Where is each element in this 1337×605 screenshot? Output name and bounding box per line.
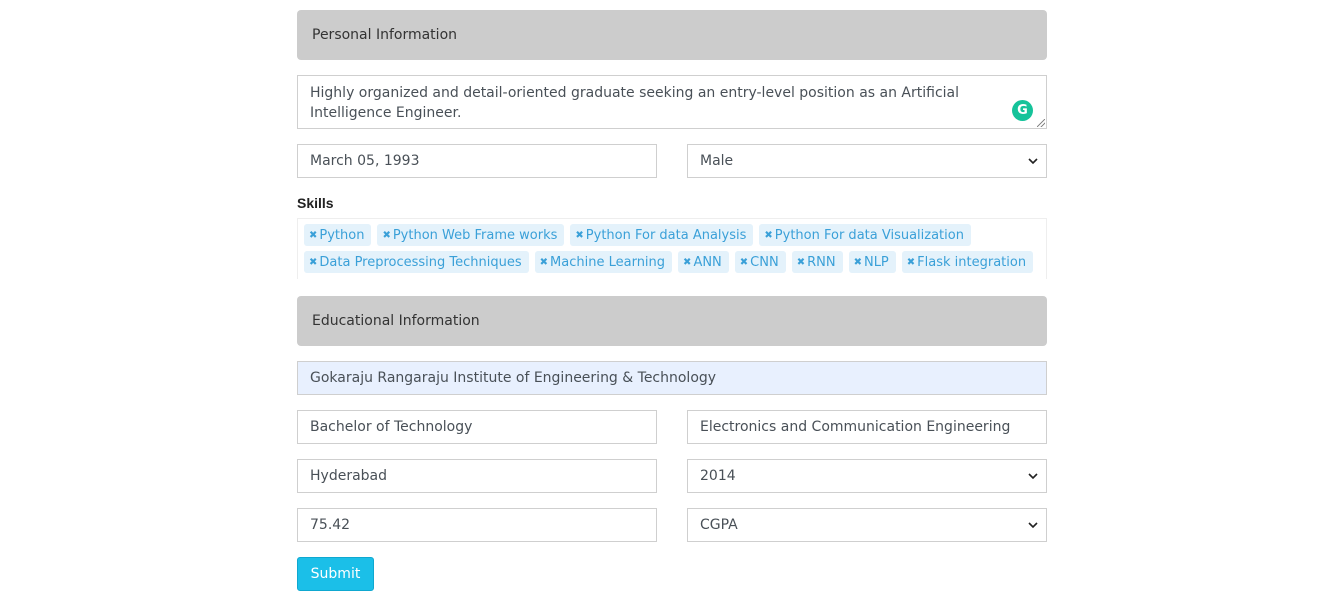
educational-info-header: Educational Information bbox=[297, 296, 1047, 346]
close-icon[interactable]: ✖ bbox=[309, 257, 317, 268]
close-icon[interactable]: ✖ bbox=[683, 257, 691, 268]
dob-value: March 05, 1993 bbox=[310, 153, 420, 169]
skill-tag-label: Python For data Analysis bbox=[585, 227, 747, 243]
skill-tag-label: Python For data Visualization bbox=[774, 227, 964, 243]
score-type-value: CGPA bbox=[700, 517, 738, 533]
degree-field[interactable]: Bachelor of Technology bbox=[297, 410, 657, 444]
score-value: 75.42 bbox=[310, 517, 351, 533]
close-icon[interactable]: ✖ bbox=[764, 230, 772, 241]
close-icon[interactable]: ✖ bbox=[907, 257, 915, 268]
skill-tag: ✖ Python bbox=[304, 224, 372, 246]
submit-button[interactable]: Submit bbox=[297, 557, 374, 591]
skill-tag: ✖ Data Preprocessing Techniques bbox=[304, 251, 529, 273]
branch-value: Electronics and Communication Engineerin… bbox=[700, 419, 1011, 435]
dob-field[interactable]: March 05, 1993 bbox=[297, 144, 657, 178]
institute-field[interactable]: Gokaraju Rangaraju Institute of Engineer… bbox=[297, 361, 1047, 395]
dob-gender-row: March 05, 1993 Male bbox=[297, 144, 1047, 178]
close-icon[interactable]: ✖ bbox=[740, 257, 748, 268]
summary-textarea[interactable]: Highly organized and detail-oriented gra… bbox=[297, 75, 1047, 129]
skill-tag-label: Flask integration bbox=[917, 254, 1027, 270]
close-icon[interactable]: ✖ bbox=[382, 230, 390, 241]
year-select[interactable]: 2014 bbox=[687, 459, 1047, 493]
skill-tag-label: Python Web Frame works bbox=[392, 227, 558, 243]
skill-tag-label: Python bbox=[319, 227, 365, 243]
skill-tag-label: RNN bbox=[807, 254, 836, 270]
close-icon[interactable]: ✖ bbox=[575, 230, 583, 241]
personal-info-header: Personal Information bbox=[297, 10, 1047, 60]
skill-tag: ✖ NLP bbox=[848, 251, 896, 273]
score-type-select[interactable]: CGPA bbox=[687, 508, 1047, 542]
score-field[interactable]: 75.42 bbox=[297, 508, 657, 542]
close-icon[interactable]: ✖ bbox=[540, 257, 548, 268]
skill-tag: ✖ ANN bbox=[678, 251, 729, 273]
close-icon[interactable]: ✖ bbox=[797, 257, 805, 268]
summary-text: Highly organized and detail-oriented gra… bbox=[310, 85, 960, 121]
gender-select[interactable]: Male bbox=[687, 144, 1047, 178]
profile-form: Personal Information Highly organized an… bbox=[297, 10, 1047, 591]
skill-tag: ✖ CNN bbox=[734, 251, 786, 273]
chevron-down-icon bbox=[1028, 522, 1038, 529]
skill-tag: ✖ Python For data Visualization bbox=[759, 224, 971, 246]
close-icon[interactable]: ✖ bbox=[854, 257, 862, 268]
skills-tag-input[interactable]: ✖ Python ✖ Python Web Frame works ✖ Python Fo… bbox=[297, 218, 1047, 279]
degree-value: Bachelor of Technology bbox=[310, 419, 473, 435]
skills-label: Skills bbox=[297, 195, 334, 211]
skill-tag-label: ANN bbox=[693, 254, 722, 270]
score-row: 75.42 CGPA bbox=[297, 508, 1047, 542]
skill-tag-label: NLP bbox=[863, 254, 889, 270]
city-year-row: Hyderabad 2014 bbox=[297, 459, 1047, 493]
skill-tag: ✖ Flask integration bbox=[901, 251, 1034, 273]
close-icon[interactable]: ✖ bbox=[309, 230, 317, 241]
city-field[interactable]: Hyderabad bbox=[297, 459, 657, 493]
chevron-down-icon bbox=[1028, 158, 1038, 165]
grammarly-icon[interactable]: G bbox=[1012, 100, 1033, 121]
skill-tag-label: CNN bbox=[750, 254, 779, 270]
resize-handle[interactable] bbox=[1037, 119, 1045, 127]
city-value: Hyderabad bbox=[310, 468, 387, 484]
degree-branch-row: Bachelor of Technology Electronics and C… bbox=[297, 410, 1047, 444]
branch-field[interactable]: Electronics and Communication Engineerin… bbox=[687, 410, 1047, 444]
skill-tag: ✖ Python For data Analysis bbox=[570, 224, 754, 246]
skill-tag-label: Data Preprocessing Techniques bbox=[319, 254, 522, 270]
gender-value: Male bbox=[700, 153, 734, 169]
skill-tag-label: Machine Learning bbox=[550, 254, 666, 270]
chevron-down-icon bbox=[1028, 473, 1038, 480]
skill-tag: ✖ RNN bbox=[791, 251, 843, 273]
skill-tag: ✖ Python Web Frame works bbox=[377, 224, 565, 246]
institute-value: Gokaraju Rangaraju Institute of Engineer… bbox=[310, 370, 717, 386]
year-value: 2014 bbox=[700, 468, 736, 484]
skill-tag: ✖ Machine Learning bbox=[534, 251, 673, 273]
